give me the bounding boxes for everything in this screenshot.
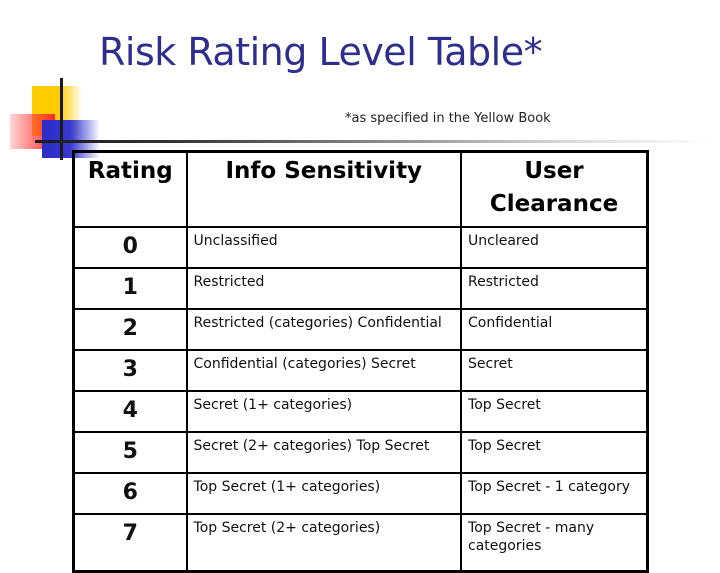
rating-cell: 1 (72, 267, 188, 310)
clearance-cell: Top Secret - many categories (460, 513, 649, 573)
header-rating: Rating (72, 150, 188, 228)
table-row: 0 Unclassified Uncleared (72, 226, 649, 269)
rating-cell: 7 (72, 513, 188, 573)
table-row: 7 Top Secret (2+ categories) Top Secret … (72, 513, 649, 573)
title-divider-line (35, 140, 715, 143)
table-row: 1 Restricted Restricted (72, 267, 649, 310)
sensitivity-cell: Top Secret (1+ categories) (185, 472, 463, 515)
sensitivity-cell: Restricted (categories) Confidential (185, 308, 463, 351)
slide-subtitle-footnote: *as specified in the Yellow Book (345, 111, 551, 126)
clearance-cell: Top Secret (460, 431, 649, 474)
clearance-cell: Top Secret - 1 category (460, 472, 649, 515)
clearance-cell: Confidential (460, 308, 649, 351)
rating-cell: 5 (72, 431, 188, 474)
clearance-cell: Restricted (460, 267, 649, 310)
sensitivity-cell: Unclassified (185, 226, 463, 269)
table-row: 3 Confidential (categories) Secret Secre… (72, 349, 649, 392)
table-row: 5 Secret (2+ categories) Top Secret Top … (72, 431, 649, 474)
rating-cell: 0 (72, 226, 188, 269)
rating-cell: 3 (72, 349, 188, 392)
table-row: 6 Top Secret (1+ categories) Top Secret … (72, 472, 649, 515)
clearance-cell: Top Secret (460, 390, 649, 433)
header-info-sensitivity: Info Sensitivity (185, 150, 463, 228)
table-header-row: Rating Info Sensitivity User Clearance (72, 150, 649, 228)
sensitivity-cell: Top Secret (2+ categories) (185, 513, 463, 573)
sensitivity-cell: Secret (2+ categories) Top Secret (185, 431, 463, 474)
table-row: 2 Restricted (categories) Confidential C… (72, 308, 649, 351)
header-user-clearance: User Clearance (460, 150, 649, 228)
sensitivity-cell: Confidential (categories) Secret (185, 349, 463, 392)
rating-cell: 4 (72, 390, 188, 433)
rating-cell: 6 (72, 472, 188, 515)
clearance-cell: Secret (460, 349, 649, 392)
table-row: 4 Secret (1+ categories) Top Secret (72, 390, 649, 433)
sensitivity-cell: Secret (1+ categories) (185, 390, 463, 433)
slide-title: Risk Rating Level Table* (99, 30, 543, 74)
clearance-cell: Uncleared (460, 226, 649, 269)
decorative-vertical-line (60, 78, 63, 160)
rating-cell: 2 (72, 308, 188, 351)
sensitivity-cell: Restricted (185, 267, 463, 310)
risk-rating-table: Rating Info Sensitivity User Clearance 0… (72, 150, 649, 573)
